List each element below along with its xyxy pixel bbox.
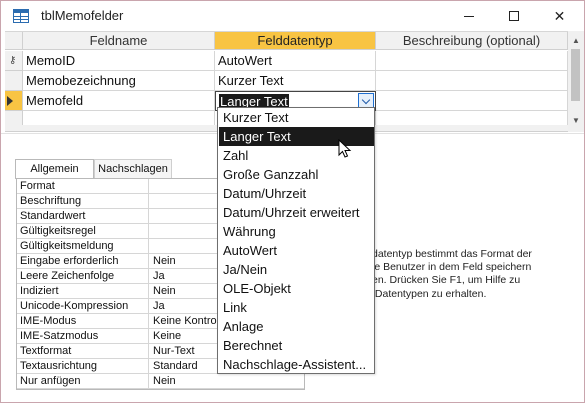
minimize-button[interactable] [446,1,491,31]
property-label: Indiziert [17,284,149,299]
dropdown-option[interactable]: Datum/Uhrzeit [219,184,374,203]
dropdown-option[interactable]: Große Ganzzahl [219,165,374,184]
property-label: Textformat [17,344,149,359]
property-label: Gültigkeitsregel [17,224,149,239]
table-row[interactable]: Memobezeichnung Kurzer Text [5,71,568,91]
dropdown-option[interactable]: Link [219,298,374,317]
minimize-icon [463,15,474,17]
vertical-scrollbar[interactable]: ▲ ▼ [568,31,584,132]
description-cell[interactable] [376,91,568,111]
description-cell[interactable] [376,51,568,71]
dropdown-option[interactable]: Datum/Uhrzeit erweitert [219,203,374,222]
property-label: IME-Modus [17,314,149,329]
field-name-cell[interactable]: Memofeld [23,91,215,111]
table-icon [13,9,29,23]
maximize-icon [508,11,519,21]
property-label: Textausrichtung [17,359,149,374]
help-line: Datentypen zu erhalten. [372,287,487,300]
title-bar: tblMemofelder ✕ [1,1,584,31]
table-design-window: tblMemofelder ✕ Feldname Felddatentyp Be… [0,0,585,403]
dropdown-option[interactable]: Ja/Nein [219,260,374,279]
chevron-down-icon [361,95,371,104]
dropdown-option[interactable]: AutoWert [219,241,374,260]
property-value[interactable]: Nein [150,374,304,389]
row-selector-header[interactable] [5,32,23,50]
property-row[interactable]: Nur anfügen Nein [17,374,304,389]
row-selector[interactable] [5,91,23,111]
close-icon: ✕ [553,7,566,24]
dropdown-option[interactable]: Berechnet [219,336,374,355]
scroll-down-icon[interactable]: ▼ [572,117,580,125]
maximize-button[interactable] [491,1,536,31]
tab-lookup[interactable]: Nachschlagen [94,159,172,179]
property-label: Eingabe erforderlich [17,254,149,269]
header-field-name[interactable]: Feldname [23,32,215,50]
dropdown-option[interactable]: OLE-Objekt [219,279,374,298]
row-selector[interactable]: ⚷ [5,51,23,71]
close-button[interactable]: ✕ [537,1,582,31]
header-description[interactable]: Beschreibung (optional) [376,32,568,50]
property-label: Gültigkeitsmeldung [17,239,149,254]
property-label: Unicode-Kompression [17,299,149,314]
property-label: Nur anfügen [17,374,149,389]
data-type-cell[interactable]: AutoWert [215,51,376,71]
window-title: tblMemofelder [41,8,124,23]
dropdown-option[interactable]: Währung [219,222,374,241]
dropdown-option[interactable]: Kurzer Text [219,108,374,127]
row-selector[interactable] [5,71,23,91]
key-icon: ⚷ [9,55,17,66]
data-type-cell[interactable]: Kurzer Text [215,71,376,91]
dropdown-option[interactable]: Anlage [219,317,374,336]
property-label: Beschriftung [17,194,149,209]
property-label: Format [17,179,149,194]
help-line: ie Benutzer in dem Feld speichern [372,261,532,274]
header-data-type[interactable]: Felddatentyp [215,32,376,50]
help-text: datentyp bestimmt das Format der ie Benu… [372,248,577,301]
description-cell[interactable] [376,71,568,91]
property-label: IME-Satzmodus [17,329,149,344]
mouse-pointer-icon [338,139,352,158]
row-selector-arrow-icon [7,96,13,106]
tab-general[interactable]: Allgemein [15,159,94,179]
field-name-cell[interactable]: Memobezeichnung [23,71,215,91]
table-row[interactable]: ⚷ MemoID AutoWert [5,51,568,71]
help-line: en. Drücken Sie F1, um Hilfe zu [372,274,521,287]
property-label: Leere Zeichenfolge [17,269,149,284]
help-line: datentyp bestimmt das Format der [372,248,532,260]
scroll-thumb[interactable] [571,49,580,101]
dropdown-option[interactable]: Nachschlage-Assistent... [219,355,374,374]
field-name-cell[interactable]: MemoID [23,51,215,71]
scroll-up-icon[interactable]: ▲ [572,37,580,45]
property-label: Standardwert [17,209,149,224]
